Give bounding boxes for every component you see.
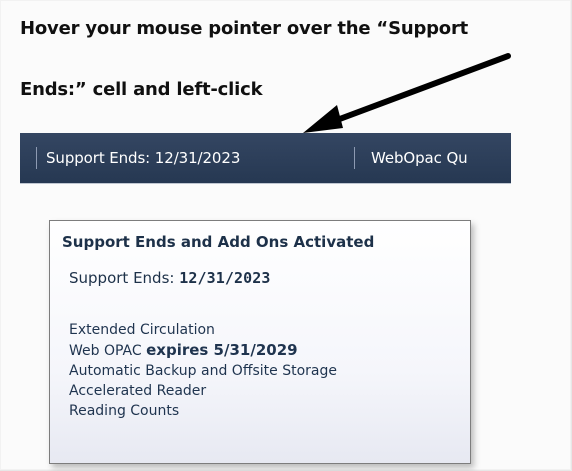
status-toolbar: Support Ends: 12/31/2023 WebOpac Qu <box>20 133 511 183</box>
support-ends-date: 12/31/2023 <box>179 269 271 287</box>
instruction-screenshot: Hover your mouse pointer over the “Suppo… <box>0 0 572 471</box>
instruction-line-1: Hover your mouse pointer over the “Suppo… <box>20 18 469 39</box>
toolbar-divider <box>36 147 37 169</box>
instruction-line-2: Ends:” cell and left-click <box>20 79 263 100</box>
addon-accelerated-reader: Accelerated Reader <box>69 383 207 399</box>
addon-reading-counts: Reading Counts <box>69 403 180 419</box>
support-tooltip: Support Ends and Add Ons Activated Suppo… <box>49 220 471 464</box>
tooltip-title: Support Ends and Add Ons Activated <box>62 233 375 251</box>
support-ends-cell[interactable]: Support Ends: 12/31/2023 <box>46 133 346 183</box>
addon-automatic-backup: Automatic Backup and Offsite Storage <box>69 363 337 379</box>
support-ends-label: Support Ends: <box>69 269 180 287</box>
webopac-queue-cell[interactable]: WebOpac Qu <box>371 133 511 183</box>
addons-list: Extended Circulation Web OPAC expires 5/… <box>69 320 337 421</box>
addon-web-opac-expiry: expires 5/31/2029 <box>146 341 298 359</box>
support-ends-row: Support Ends: 12/31/2023 <box>69 269 271 287</box>
addon-web-opac-label: Web OPAC <box>69 343 147 359</box>
toolbar-divider <box>354 147 355 169</box>
addon-web-opac: Web OPAC expires 5/31/2029 <box>69 340 337 361</box>
addon-extended-circulation: Extended Circulation <box>69 322 215 338</box>
